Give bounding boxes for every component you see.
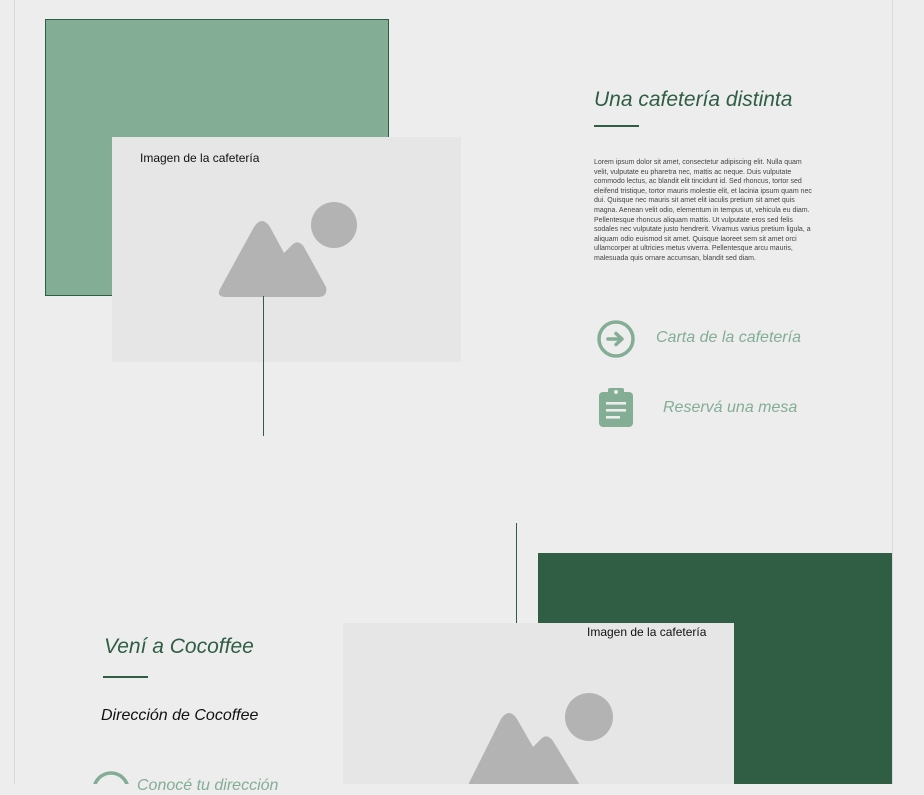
clipboard-icon	[599, 388, 633, 427]
image-placeholder-icon	[468, 693, 613, 784]
arrow-right-circle-icon	[597, 320, 635, 358]
decorative-vertical-line	[516, 523, 517, 623]
address-text: Dirección de Cocoffee	[101, 707, 259, 724]
reserve-link[interactable]: Reservá una mesa	[597, 387, 797, 429]
section-title: Una cafetería distinta	[594, 88, 793, 111]
menu-link[interactable]: Carta de la cafetería	[596, 318, 801, 358]
image-placeholder-icon	[218, 202, 357, 297]
page-edge-left	[14, 0, 15, 784]
decorative-vertical-line	[263, 296, 264, 436]
directions-link[interactable]: Conocé tu dirección	[137, 777, 278, 795]
cafe-image-placeholder: Imagen de la cafetería	[343, 623, 734, 784]
title-underline	[594, 125, 639, 127]
arrow-right-circle-icon[interactable]	[91, 769, 131, 784]
image-caption: Imagen de la cafetería	[587, 625, 707, 639]
section-title: Vení a Cocoffee	[104, 635, 254, 658]
reserve-link-label: Reservá una mesa	[663, 399, 798, 416]
page-edge-right	[892, 0, 893, 784]
menu-link-label: Carta de la cafetería	[656, 329, 801, 346]
section-description: Lorem ipsum dolor sit amet, consectetur …	[594, 159, 812, 262]
image-caption: Imagen de la cafetería	[140, 151, 260, 165]
cafe-image-placeholder: Imagen de la cafetería	[112, 137, 461, 362]
title-underline	[103, 676, 148, 678]
